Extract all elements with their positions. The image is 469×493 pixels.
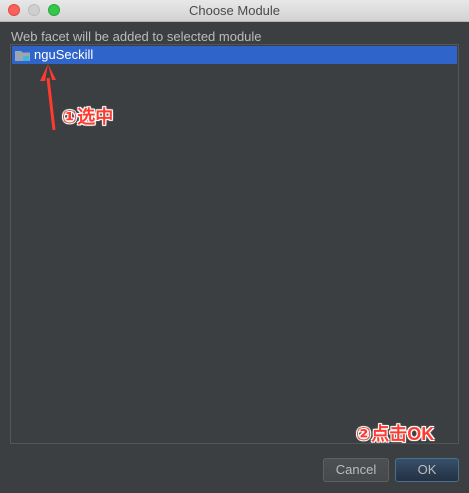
- annotation-step-one: ①选中: [62, 107, 114, 127]
- ok-button[interactable]: OK: [395, 458, 459, 482]
- module-name: nguSeckill: [34, 47, 94, 62]
- instruction-text: Web facet will be added to selected modu…: [11, 29, 262, 44]
- cancel-button[interactable]: Cancel: [323, 458, 389, 482]
- module-folder-icon: [15, 49, 31, 61]
- title-bar: Choose Module: [0, 0, 469, 22]
- choose-module-dialog: Choose Module Web facet will be added to…: [0, 0, 469, 493]
- annotation-step-two: ②点击OK: [356, 424, 435, 444]
- module-list-item[interactable]: nguSeckill: [12, 46, 457, 64]
- window-title: Choose Module: [188, 3, 281, 18]
